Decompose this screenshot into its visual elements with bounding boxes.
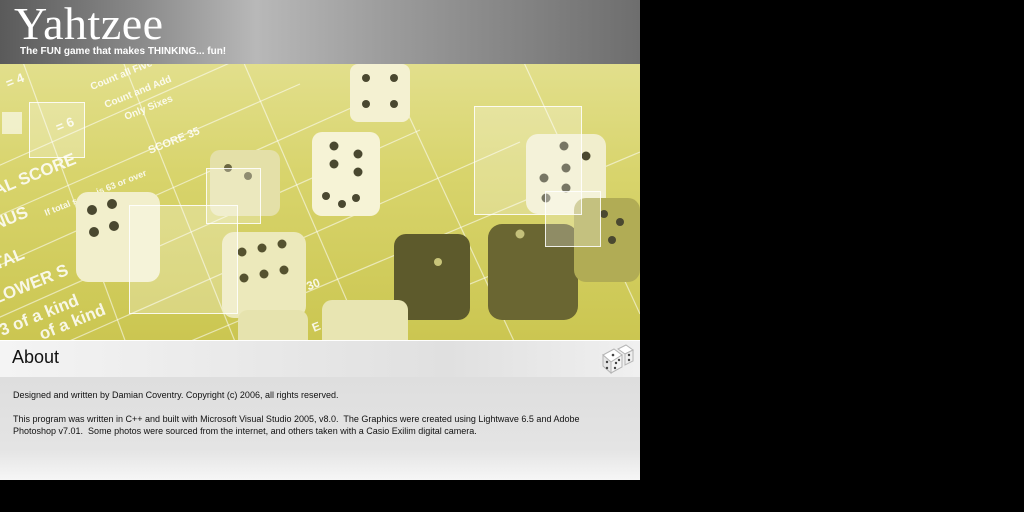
total-text: TAL: [0, 244, 27, 274]
credit-text: Designed and written by Damian Coventry.…: [13, 390, 339, 400]
score-eq4-text: = 4: [4, 70, 27, 91]
bonus-text: NUS: [0, 203, 31, 234]
dice-banner-image: = 4 = 6 Count all Five Count and Add Onl…: [0, 64, 640, 340]
photo-frame-3: [129, 205, 238, 314]
photo-frame-5: [545, 191, 601, 247]
about-body: Designed and written by Damian Coventry.…: [0, 377, 640, 480]
die-1: [350, 64, 410, 122]
tagline: The FUN game that makes THINKING... fun!: [20, 46, 227, 57]
app-title: Yahtzee: [14, 0, 164, 49]
photo-frame-1: [29, 102, 85, 158]
tools-text: This program was written in C++ and buil…: [13, 414, 582, 436]
die-7: [322, 300, 408, 340]
dice-icon: [602, 344, 634, 375]
about-heading-bar: About: [0, 340, 640, 378]
about-window: Yahtzee The FUN game that makes THINKING…: [0, 0, 640, 480]
header: Yahtzee The FUN game that makes THINKING…: [0, 0, 640, 64]
about-title: About: [12, 347, 60, 367]
die-2: [312, 132, 380, 216]
